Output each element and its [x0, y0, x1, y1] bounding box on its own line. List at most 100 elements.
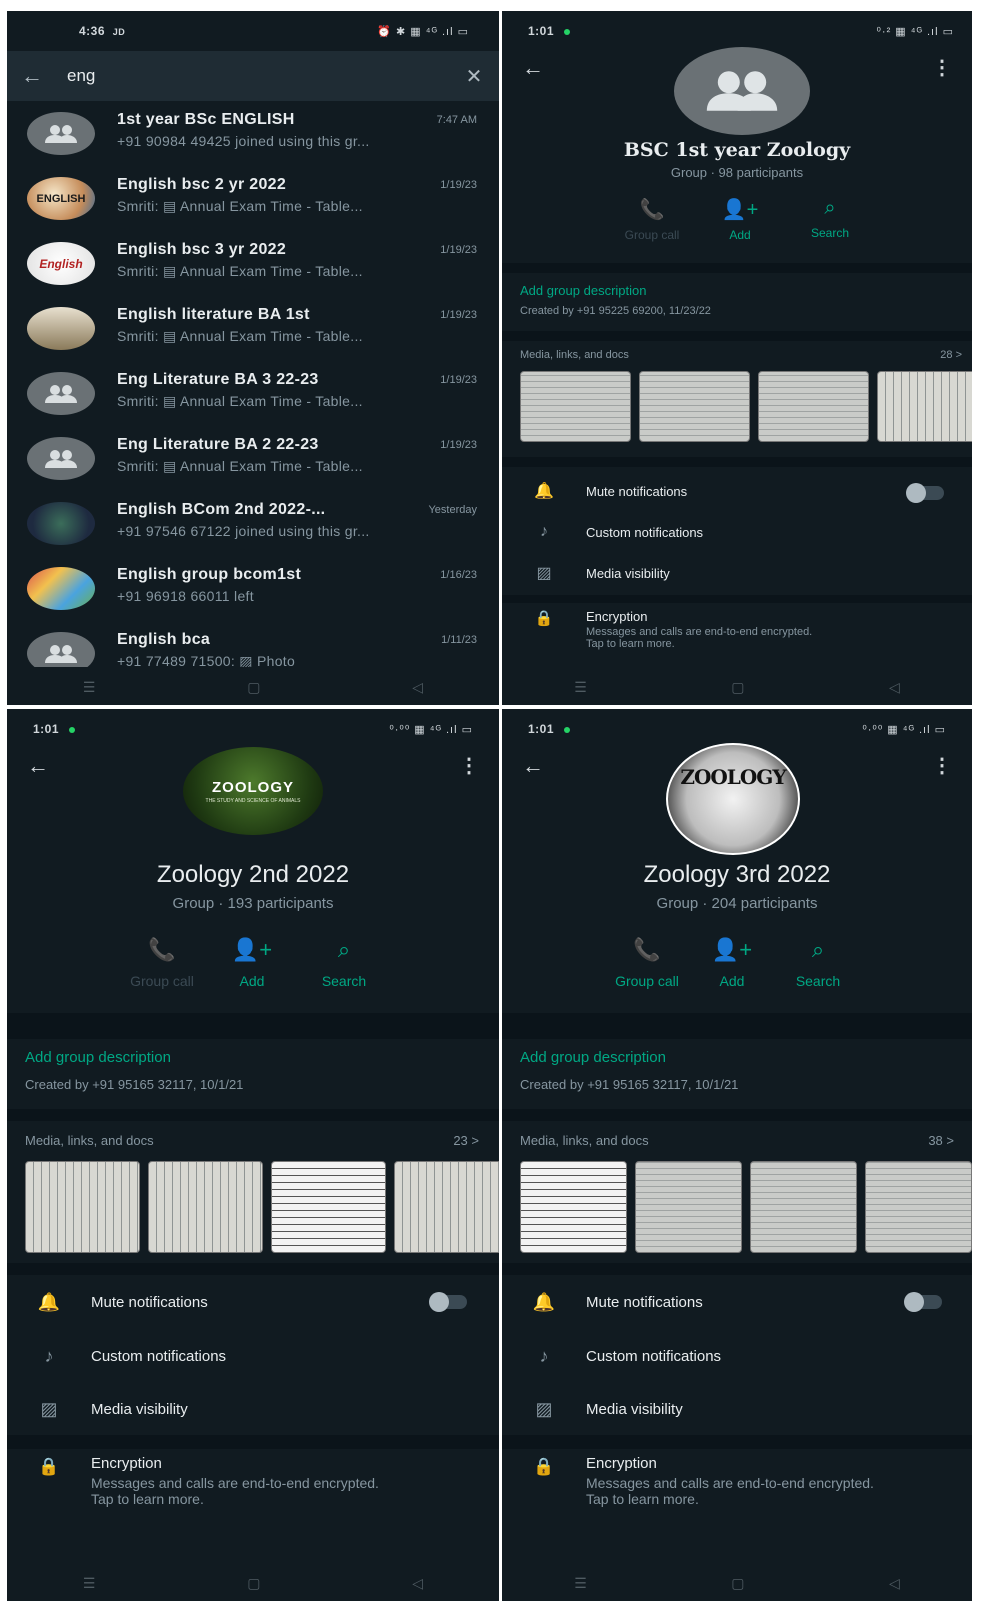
status-bar: 1:01 ⁰·⁰⁰ ▦ ⁴ᴳ .ıl ▭ [7, 709, 499, 749]
search-button[interactable]: ⌕ Search [772, 937, 864, 989]
recents-nav-icon[interactable]: ☰ [83, 679, 96, 696]
group-avatar[interactable]: ZOOLOGY THE STUDY AND SCIENCE OF ANIMALS [183, 747, 323, 835]
custom-notifications-row[interactable]: ♪ Custom notifications [502, 1329, 972, 1383]
add-description-link[interactable]: Add group description [520, 1049, 972, 1066]
recents-nav-icon[interactable]: ☰ [83, 1575, 96, 1592]
chat-row[interactable]: English BCom 2nd 2022-... Yesterday +91 … [7, 491, 499, 556]
encryption-row[interactable]: 🔒 Encryption Messages and calls are end-… [502, 1455, 972, 1525]
recents-nav-icon[interactable]: ☰ [574, 1575, 587, 1592]
home-nav-icon[interactable]: ▢ [247, 1575, 260, 1592]
search-button[interactable]: ⌕ Search [778, 197, 882, 242]
mute-toggle[interactable] [429, 1292, 467, 1312]
chat-row[interactable]: English literature BA 1st 1/19/23 Smriti… [7, 296, 499, 361]
home-nav-icon[interactable]: ▢ [247, 679, 260, 696]
mute-notifications-row[interactable]: 🔔 Mute notifications [502, 471, 972, 511]
add-button[interactable]: 👤+ Add [692, 937, 772, 989]
media-visibility-row[interactable]: ▨ Media visibility [7, 1383, 499, 1435]
group-participants: Group · 193 participants [172, 895, 334, 912]
created-by: Created by +91 95165 32117, 10/1/21 [520, 1077, 739, 1092]
encryption-subtitle: Tap to learn more. [586, 638, 675, 650]
media-thumbnail[interactable] [750, 1161, 857, 1253]
media-thumbnail[interactable] [148, 1161, 263, 1253]
mute-toggle[interactable] [904, 1292, 942, 1312]
group-avatar[interactable]: ZOOLOGY [666, 743, 800, 855]
media-header[interactable]: Media, links, and docs 23 > [7, 1133, 499, 1148]
media-thumbnail[interactable] [520, 1161, 627, 1253]
chat-preview: +91 90984 49425 joined using this gr... [117, 133, 370, 149]
back-nav-icon[interactable]: ◁ [412, 679, 423, 696]
divider [502, 263, 972, 273]
media-thumbnail[interactable] [877, 371, 972, 442]
system-nav-bar: ☰ ▢ ◁ [502, 669, 972, 705]
back-arrow-icon[interactable]: ← [7, 63, 57, 89]
group-call-button[interactable]: 📞 Group call [117, 937, 207, 989]
encryption-row[interactable]: 🔒 Encryption Messages and calls are end-… [502, 603, 972, 659]
group-avatar-icon[interactable] [674, 47, 810, 135]
chat-row[interactable]: ENGLISH English bsc 2 yr 2022 1/19/23 Sm… [7, 166, 499, 231]
encryption-subtitle: Tap to learn more. [91, 1491, 204, 1507]
add-description-link[interactable]: Add group description [25, 1049, 499, 1066]
chat-avatar [27, 567, 95, 610]
search-button[interactable]: ⌕ Search [297, 937, 391, 989]
chat-row[interactable]: English English bsc 3 yr 2022 1/19/23 Sm… [7, 231, 499, 296]
chat-row[interactable]: Eng Literature BA 3 22-23 1/19/23 Smriti… [7, 361, 499, 426]
chat-row[interactable]: Eng Literature BA 2 22-23 1/19/23 Smriti… [7, 426, 499, 491]
media-label: Media, links, and docs [520, 1133, 649, 1148]
encryption-subtitle: Messages and calls are end-to-end encryp… [586, 626, 813, 638]
add-description-link[interactable]: Add group description [520, 283, 972, 298]
custom-notifications-row[interactable]: ♪ Custom notifications [7, 1329, 499, 1383]
custom-notifications-row[interactable]: ♪ Custom notifications [502, 512, 972, 552]
mute-notifications-row[interactable]: 🔔 Mute notifications [502, 1275, 972, 1329]
more-vert-icon[interactable]: ⋮ [932, 753, 952, 778]
media-thumbnail[interactable] [758, 371, 869, 442]
back-nav-icon[interactable]: ◁ [412, 1575, 423, 1592]
status-icons: ⏰ ✱ ▦ ⁴ᴳ .ıl ▭ [377, 25, 469, 38]
encryption-subtitle: Tap to learn more. [586, 1491, 699, 1507]
recents-nav-icon[interactable]: ☰ [574, 679, 587, 696]
media-thumbnails [520, 371, 972, 442]
chat-avatar: English [27, 242, 95, 285]
media-thumbnail[interactable] [635, 1161, 742, 1253]
add-button[interactable]: 👤+ Add [207, 937, 297, 989]
media-thumbnail[interactable] [639, 371, 750, 442]
chat-date: 1/19/23 [440, 244, 477, 256]
chat-preview: +91 96918 66011 left [117, 588, 254, 604]
chat-row[interactable]: 1st year BSc ENGLISH 7:47 AM +91 90984 4… [7, 101, 499, 166]
home-nav-icon[interactable]: ▢ [731, 679, 744, 696]
media-thumbnail[interactable] [520, 371, 631, 442]
mute-toggle[interactable] [906, 483, 944, 503]
back-nav-icon[interactable]: ◁ [889, 679, 900, 696]
divider [502, 1109, 972, 1121]
media-thumbnail[interactable] [394, 1161, 499, 1253]
group-call-button[interactable]: 📞 Group call [602, 937, 692, 989]
back-arrow-icon[interactable]: ← [27, 753, 49, 779]
divider [7, 1435, 499, 1449]
media-header[interactable]: Media, links, and docs 28 > [502, 349, 972, 361]
chat-row[interactable]: English bca 1/11/23 +91 77489 71500: ▨ P… [7, 621, 499, 667]
media-thumbnail[interactable] [271, 1161, 386, 1253]
more-vert-icon[interactable]: ⋮ [932, 55, 952, 80]
media-visibility-row[interactable]: ▨ Media visibility [502, 553, 972, 593]
media-header[interactable]: Media, links, and docs 38 > [502, 1133, 972, 1148]
encryption-row[interactable]: 🔒 Encryption Messages and calls are end-… [7, 1455, 499, 1525]
add-call-icon: 📞 [639, 199, 665, 221]
chat-list: 1st year BSc ENGLISH 7:47 AM +91 90984 4… [7, 101, 499, 667]
add-button[interactable]: 👤+ Add [702, 197, 778, 242]
back-arrow-icon[interactable]: ← [522, 55, 544, 81]
media-thumbnail[interactable] [865, 1161, 972, 1253]
back-arrow-icon[interactable]: ← [522, 753, 544, 779]
status-bar: 4:36 JD ⏰ ✱ ▦ ⁴ᴳ .ıl ▭ [7, 11, 499, 51]
search-input[interactable]: eng [57, 66, 449, 86]
clear-icon[interactable]: ✕ [449, 64, 499, 89]
music-note-icon: ♪ [44, 1345, 54, 1366]
back-nav-icon[interactable]: ◁ [889, 1575, 900, 1592]
mute-notifications-row[interactable]: 🔔 Mute notifications [7, 1275, 499, 1329]
media-thumbnail[interactable] [25, 1161, 140, 1253]
media-visibility-row[interactable]: ▨ Media visibility [502, 1383, 972, 1435]
more-vert-icon[interactable]: ⋮ [459, 753, 479, 778]
chat-row[interactable]: English group bcom1st 1/16/23 +91 96918 … [7, 556, 499, 621]
bell-icon: 🔔 [534, 483, 554, 500]
group-call-button[interactable]: 📞 Group call [602, 197, 702, 242]
status-icons: ⁰·⁰⁰ ▦ ⁴ᴳ .ıl ▭ [862, 723, 946, 736]
home-nav-icon[interactable]: ▢ [731, 1575, 744, 1592]
